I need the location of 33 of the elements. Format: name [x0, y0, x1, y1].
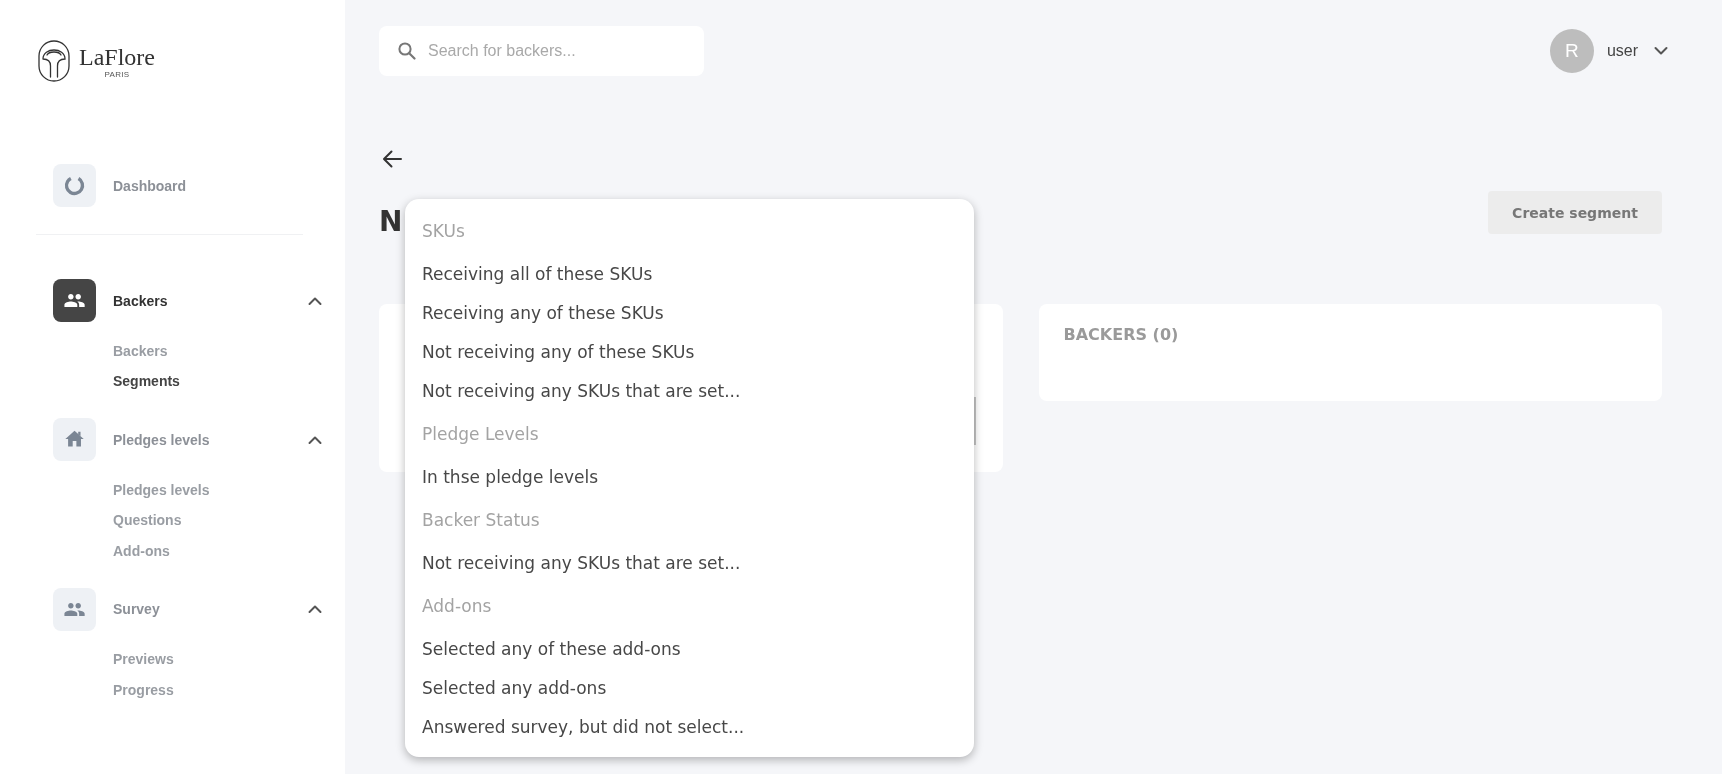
chevron-up-icon[interactable]: [308, 434, 322, 445]
logo-wordmark: LaFlore: [79, 43, 155, 70]
chevron-up-icon[interactable]: [308, 295, 322, 306]
menu-option[interactable]: Not receiving any SKUs that are set...: [405, 543, 974, 583]
search-field[interactable]: Search for backers...: [379, 26, 704, 76]
user-menu-button[interactable]: user: [1606, 42, 1668, 60]
logo-tagline: PARIS: [104, 69, 130, 79]
page-title: N: [379, 207, 403, 237]
menu-group-header: SKUs: [422, 219, 465, 243]
people-icon: [53, 587, 96, 631]
menu-option[interactable]: Receiving any of these SKUs: [405, 293, 974, 333]
menu-group-header: Pledge Levels: [422, 422, 539, 446]
back-arrow-icon[interactable]: [382, 150, 402, 168]
menu-group-header: Add-ons: [422, 594, 492, 618]
menu-group-header: Backer Status: [422, 508, 540, 532]
menu-option[interactable]: Selected any of these add-ons: [405, 629, 974, 669]
menu-option[interactable]: Receiving all of these SKUs: [405, 254, 974, 294]
nav-subitem[interactable]: Segments: [113, 366, 180, 397]
logo-icon: [38, 40, 70, 82]
search-icon: [398, 42, 416, 60]
create-segment-button[interactable]: Create segment: [1488, 191, 1662, 234]
menu-option[interactable]: Answered survey, but did not select...: [405, 707, 974, 747]
chevron-up-icon[interactable]: [308, 604, 322, 615]
house-icon: [53, 418, 96, 462]
menu-option[interactable]: Not receiving any SKUs that are set...: [405, 371, 974, 411]
nav-item[interactable]: Backers: [53, 279, 322, 322]
menu-option[interactable]: In thse pledge levels: [405, 457, 974, 497]
chevron-down-icon: [1654, 46, 1668, 56]
menu-option[interactable]: Selected any add-ons: [405, 668, 974, 708]
panel-title: BACKERS (0): [1063, 325, 1179, 344]
people-icon: [53, 279, 96, 322]
ring-icon: [53, 164, 96, 207]
menu-option[interactable]: Not receiving any of these SKUs: [405, 332, 974, 372]
